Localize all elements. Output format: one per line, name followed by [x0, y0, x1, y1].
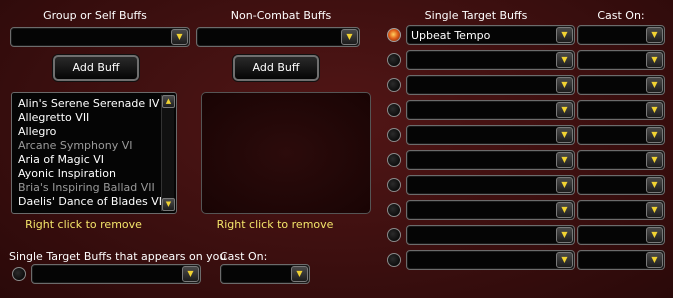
chevron-down-icon[interactable]: ▼	[646, 152, 663, 168]
single-target-buff-dropdown[interactable]: ▼	[406, 125, 575, 145]
chevron-down-icon[interactable]: ▼	[556, 52, 573, 68]
single-target-cast-on-dropdown[interactable]: ▼	[577, 225, 665, 245]
list-item[interactable]: Allegretto VII	[18, 111, 89, 125]
group-remove-hint: Right click to remove	[25, 218, 142, 231]
single-target-cast-on-dropdown[interactable]: ▼	[577, 50, 665, 70]
chevron-down-icon[interactable]: ▼	[556, 127, 573, 143]
single-target-radio[interactable]	[387, 153, 401, 167]
single-target-cast-on-dropdown[interactable]: ▼	[577, 75, 665, 95]
single-target-buff-dropdown[interactable]: ▼	[406, 250, 575, 270]
single-target-buff-dropdown[interactable]: ▼	[406, 150, 575, 170]
group-add-buff-button[interactable]: Add Buff	[53, 55, 139, 81]
chevron-down-icon[interactable]: ▼	[556, 177, 573, 193]
single-target-buff-dropdown[interactable]: ▼	[406, 200, 575, 220]
single-target-radio[interactable]	[387, 53, 401, 67]
noncombat-buffs-dropdown[interactable]: ▼	[196, 27, 360, 47]
appears-on-you-cast-on-label: Cast On:	[220, 250, 268, 263]
chevron-down-icon[interactable]: ▼	[556, 252, 573, 268]
single-target-cast-on-dropdown[interactable]: ▼	[577, 175, 665, 195]
chevron-down-icon[interactable]: ▼	[646, 177, 663, 193]
single-target-radio[interactable]	[387, 228, 401, 242]
single-target-cast-on-dropdown[interactable]: ▼	[577, 125, 665, 145]
single-target-radio[interactable]	[387, 103, 401, 117]
single-target-cast-on-dropdown[interactable]: ▼	[577, 200, 665, 220]
chevron-down-icon[interactable]: ▼	[646, 202, 663, 218]
single-target-buff-dropdown[interactable]: ▼	[406, 175, 575, 195]
chevron-down-icon[interactable]: ▼	[646, 27, 663, 43]
single-target-buff-dropdown[interactable]: ▼	[406, 50, 575, 70]
single-target-cast-on-dropdown[interactable]: ▼	[577, 150, 665, 170]
single-target-radio[interactable]	[387, 203, 401, 217]
single-target-radio[interactable]	[387, 253, 401, 267]
chevron-down-icon[interactable]: ▼	[646, 102, 663, 118]
single-target-radio[interactable]	[387, 128, 401, 142]
list-item[interactable]: Allegro	[18, 125, 56, 139]
noncombat-buffs-header: Non-Combat Buffs	[230, 9, 332, 22]
single-target-radio[interactable]	[387, 78, 401, 92]
group-buffs-header: Group or Self Buffs	[43, 9, 147, 22]
list-item[interactable]: Daelis' Dance of Blades VII	[18, 195, 165, 209]
list-item[interactable]: Arcane Symphony VI	[18, 139, 132, 153]
cast-on-header: Cast On:	[597, 9, 645, 22]
list-item[interactable]: Aria of Magic VI	[18, 153, 104, 167]
single-target-cast-on-dropdown[interactable]: ▼	[577, 100, 665, 120]
appears-on-you-label: Single Target Buffs that appears on you	[9, 250, 227, 263]
appears-on-you-cast-on-dropdown[interactable]: ▼	[220, 264, 310, 284]
list-item[interactable]: Ayonic Inspiration	[18, 167, 116, 181]
group-buffs-list[interactable]: Alin's Serene Serenade IV Allegretto VII A…	[11, 92, 177, 214]
chevron-down-icon[interactable]: ▼	[556, 152, 573, 168]
chevron-down-icon[interactable]: ▼	[646, 252, 663, 268]
scroll-up-arrow-icon[interactable]: ▲	[162, 95, 175, 108]
group-buffs-scrollbar[interactable]: ▲ ▼	[161, 95, 175, 211]
chevron-down-icon[interactable]: ▼	[341, 29, 358, 45]
appears-on-you-dropdown[interactable]: ▼	[31, 264, 201, 284]
scroll-down-arrow-icon[interactable]: ▼	[162, 198, 175, 211]
chevron-down-icon[interactable]: ▼	[646, 127, 663, 143]
single-target-buff-dropdown[interactable]: ▼	[406, 225, 575, 245]
noncombat-add-buff-button[interactable]: Add Buff	[233, 55, 319, 81]
chevron-down-icon[interactable]: ▼	[646, 227, 663, 243]
list-item[interactable]: Alin's Serene Serenade IV	[18, 97, 159, 111]
noncombat-remove-hint: Right click to remove	[216, 218, 334, 231]
chevron-down-icon[interactable]: ▼	[171, 29, 188, 45]
single-target-buff-dropdown[interactable]: ▼	[406, 100, 575, 120]
chevron-down-icon[interactable]: ▼	[556, 102, 573, 118]
chevron-down-icon[interactable]: ▼	[646, 77, 663, 93]
noncombat-buffs-list[interactable]	[201, 92, 371, 214]
chevron-down-icon[interactable]: ▼	[646, 52, 663, 68]
chevron-down-icon[interactable]: ▼	[556, 77, 573, 93]
single-target-cast-on-dropdown[interactable]: ▼	[577, 250, 665, 270]
single-target-buff-dropdown[interactable]: Upbeat Tempo ▼	[406, 25, 575, 45]
chevron-down-icon[interactable]: ▼	[291, 266, 308, 282]
single-target-buff-value: Upbeat Tempo	[411, 29, 491, 42]
group-buffs-dropdown[interactable]: ▼	[10, 27, 190, 47]
single-target-radio[interactable]	[387, 178, 401, 192]
chevron-down-icon[interactable]: ▼	[182, 266, 199, 282]
chevron-down-icon[interactable]: ▼	[556, 227, 573, 243]
single-target-header: Single Target Buffs	[424, 9, 528, 22]
single-target-buff-dropdown[interactable]: ▼	[406, 75, 575, 95]
appears-on-you-radio[interactable]	[12, 267, 26, 281]
chevron-down-icon[interactable]: ▼	[556, 27, 573, 43]
list-item[interactable]: Bria's Inspiring Ballad VII	[18, 181, 155, 195]
single-target-radio[interactable]	[387, 28, 401, 42]
single-target-cast-on-dropdown[interactable]: ▼	[577, 25, 665, 45]
chevron-down-icon[interactable]: ▼	[556, 202, 573, 218]
